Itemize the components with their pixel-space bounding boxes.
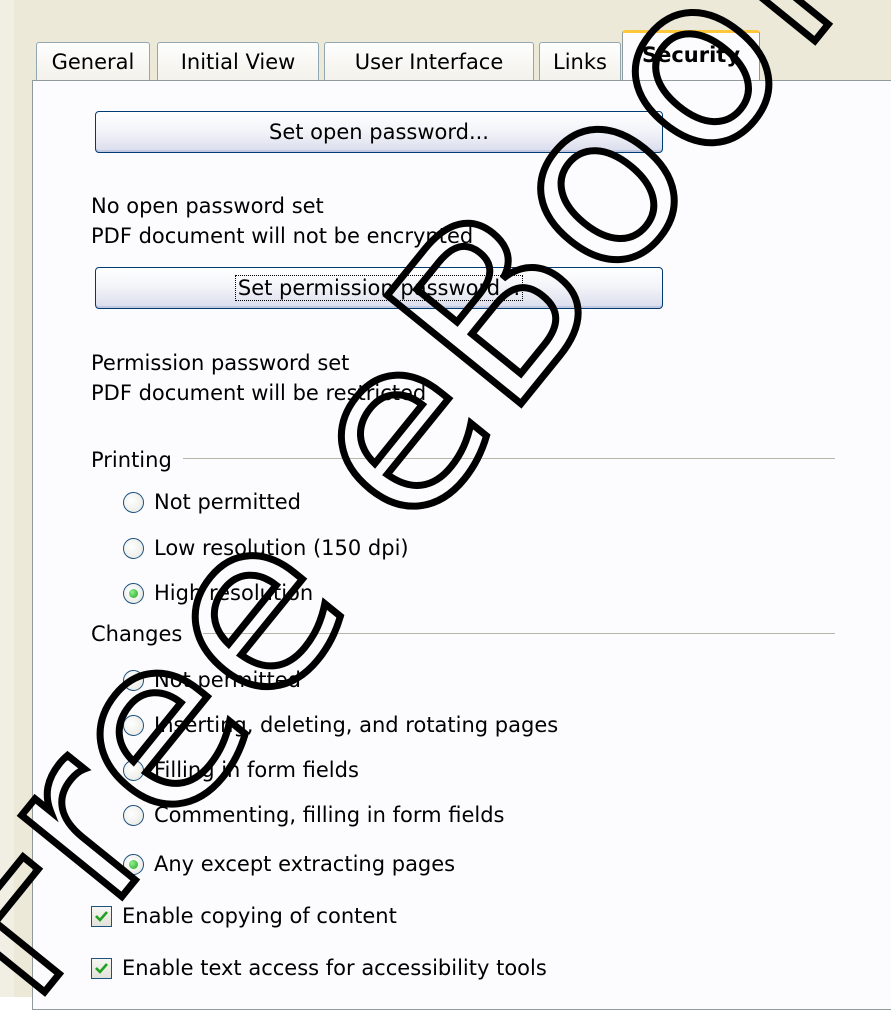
enable-accessibility-option[interactable]: Enable text access for accessibility too… (91, 952, 547, 984)
changes-any-except-extracting-label: Any except extracting pages (154, 852, 456, 876)
security-panel: Set open password... No open password se… (32, 80, 891, 1010)
changes-not-permitted-radio[interactable] (123, 669, 144, 691)
permission-password-restriction-status: PDF document will be restricted (91, 381, 427, 405)
printing-not-permitted-label: Not permitted (154, 490, 301, 514)
changes-any-except-extracting-radio[interactable] (123, 853, 144, 875)
changes-group-title: Changes (91, 619, 191, 649)
tab-initial-view[interactable]: Initial View (157, 42, 319, 82)
changes-inserting-option[interactable]: Inserting, deleting, and rotating pages (123, 709, 558, 741)
enable-copying-checkbox[interactable] (91, 905, 112, 927)
open-password-encryption-status: PDF document will not be encrypted (91, 224, 474, 248)
checkmark-icon (95, 910, 108, 922)
changes-any-except-extracting-option[interactable]: Any except extracting pages (123, 848, 455, 880)
printing-low-resolution-label: Low resolution (150 dpi) (154, 536, 409, 560)
printing-group-line (183, 458, 835, 459)
changes-inserting-radio[interactable] (123, 714, 144, 736)
changes-commenting-option[interactable]: Commenting, filling in form fields (123, 799, 504, 831)
set-open-password-button[interactable]: Set open password... (95, 111, 663, 153)
set-permission-password-button[interactable]: Set permission password... (95, 267, 663, 309)
changes-filling-forms-label: Filling in form fields (154, 758, 359, 782)
printing-low-resolution-radio[interactable] (123, 537, 144, 559)
changes-inserting-label: Inserting, deleting, and rotating pages (154, 713, 559, 737)
printing-high-resolution-radio[interactable] (123, 582, 144, 604)
changes-group-line (203, 633, 835, 634)
tab-general[interactable]: General (36, 42, 150, 82)
enable-copying-label: Enable copying of content (122, 904, 397, 928)
checkmark-icon (95, 962, 108, 974)
changes-not-permitted-label: Not permitted (154, 668, 301, 692)
changes-filling-forms-option[interactable]: Filling in form fields (123, 754, 359, 786)
enable-accessibility-checkbox[interactable] (91, 957, 112, 979)
changes-filling-forms-radio[interactable] (123, 759, 144, 781)
tab-security[interactable]: Security (622, 30, 760, 80)
changes-not-permitted-option[interactable]: Not permitted (123, 664, 301, 696)
printing-group-title: Printing (91, 445, 180, 475)
set-permission-password-label: Set permission password... (234, 275, 524, 301)
changes-commenting-radio[interactable] (123, 804, 144, 826)
permission-password-status: Permission password set (91, 351, 350, 375)
changes-commenting-label: Commenting, filling in form fields (154, 803, 505, 827)
open-password-status: No open password set (91, 194, 324, 218)
printing-low-resolution-option[interactable]: Low resolution (150 dpi) (123, 532, 409, 564)
enable-copying-option[interactable]: Enable copying of content (91, 900, 397, 932)
printing-high-resolution-label: High resolution (154, 581, 314, 605)
printing-not-permitted-option[interactable]: Not permitted (123, 486, 301, 518)
tab-links[interactable]: Links (539, 42, 621, 82)
printing-high-resolution-option[interactable]: High resolution (123, 577, 313, 609)
enable-accessibility-label: Enable text access for accessibility too… (122, 956, 547, 980)
tab-user-interface[interactable]: User Interface (324, 42, 534, 82)
printing-not-permitted-radio[interactable] (123, 491, 144, 513)
set-open-password-label: Set open password... (269, 120, 489, 144)
